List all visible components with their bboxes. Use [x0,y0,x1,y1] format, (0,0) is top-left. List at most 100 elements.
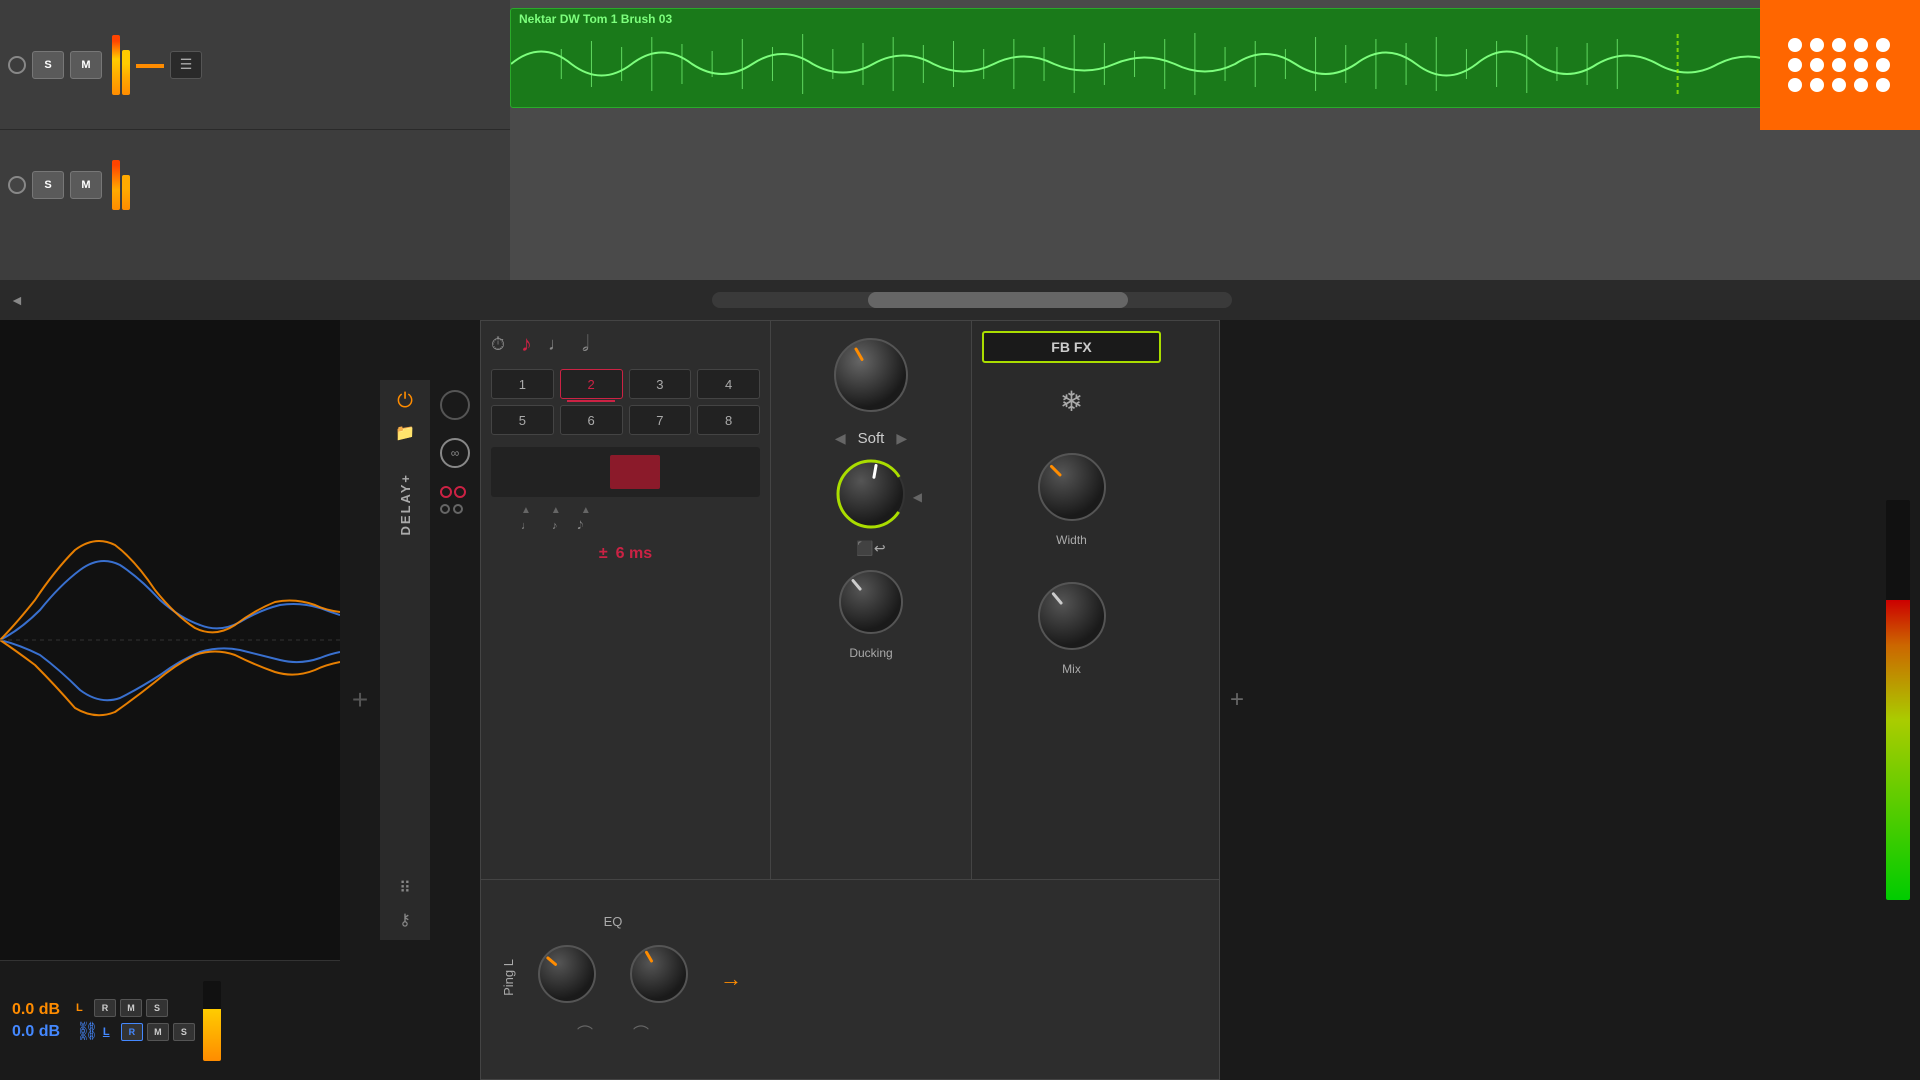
delay-side-icons: ∞ [430,380,480,1080]
soft-arrow-left[interactable]: ◀ [835,430,846,447]
eq-knob-2[interactable] [628,943,690,1010]
r-btn-1[interactable]: R [94,999,116,1017]
ducking-arrow: → [720,966,742,992]
num-btn-2[interactable]: 2 [560,369,623,399]
solo-btn-2[interactable]: S [32,171,64,199]
scroll-left-arrow[interactable]: ◄ [10,292,24,308]
scrollbar-thumb[interactable] [868,292,1128,308]
track-controls: S M ☰ S M [0,0,510,280]
num-btn-6[interactable]: 6 [560,405,623,435]
eq-curve-icons: ⌒ ⌒ [577,1020,649,1044]
ducking-knob[interactable] [836,567,906,642]
width-knob[interactable] [1035,450,1109,529]
lr-controls: L R M S ⛓ L R M S [76,999,195,1042]
eq-label: EQ [604,914,623,929]
l-label-orange: L [76,1002,90,1014]
waveform-canvas [0,320,340,960]
step-icon-1[interactable]: ♩ [521,520,532,533]
icons-row: ⏱ ♪ ♩ 𝅗𝅥 [491,331,760,357]
side-icon-link[interactable]: ∞ [440,438,470,468]
clock-icon[interactable]: ⏱ [491,334,505,355]
num-btn-3[interactable]: 3 [629,369,692,399]
num-btn-8[interactable]: 8 [697,405,760,435]
ms-symbol: ± [599,545,608,563]
eq-curve-1: ⌒ [577,1020,593,1044]
track-timeline-2 [510,138,1920,248]
add-plugin-left[interactable]: + [340,320,380,1080]
num-btn-5[interactable]: 5 [491,405,554,435]
delay-dots-btn[interactable]: ⠿ [399,878,411,898]
note-red-icon[interactable]: ♪ [521,331,532,357]
track-power-2[interactable] [8,176,26,194]
width-knob-container: Width [982,450,1161,547]
soft-label: Soft [858,430,885,447]
orange-db-value: 0.0 dB [12,1001,60,1019]
link-icon[interactable]: ⛓ [76,1021,99,1042]
scrollbar-track[interactable] [712,292,1232,308]
mute-btn-1[interactable]: M [70,51,102,79]
mix-knob-container: Mix [982,579,1161,676]
r-btn-2[interactable]: R [121,1023,143,1041]
fb-fx-panel: FB FX ❄ [971,321,1171,879]
s-btn-2[interactable]: S [173,1023,195,1041]
s-btn-1[interactable]: S [146,999,168,1017]
two-circles-bottom[interactable] [440,504,470,514]
feedback-knob-container: ◀ ⬛↩ [834,457,908,557]
step-arrow-2[interactable]: ▲ [551,505,561,516]
freeze-container: ❄ [982,385,1161,418]
add-plugin-right[interactable]: + [1220,320,1254,1080]
track-power-1[interactable] [8,56,26,74]
bottom-plugin-area: 0.0 dB 0.0 dB L R M S ⛓ L R M S [0,320,1920,1080]
ms-value: 6 ms [616,545,652,563]
ping-label: Ping L [501,959,516,1001]
orange-bar-1 [136,64,164,68]
eq-curve-2: ⌒ [633,1020,649,1044]
mix-knob[interactable] [1035,579,1109,658]
two-circles-top[interactable] [440,486,470,498]
ducking-knob-container: Ducking [836,567,906,660]
step-icon-3[interactable]: 𝅘𝅥𝅮 [578,520,584,533]
num-btn-4[interactable]: 4 [697,369,760,399]
num-btn-1[interactable]: 1 [491,369,554,399]
delay-folder-btn[interactable]: 📁 [395,423,415,443]
side-icon-1[interactable] [440,390,470,420]
right-meter-fill [1886,600,1910,900]
fb-fx-header: FB FX [982,331,1161,363]
audio-clip-1[interactable]: Nektar DW Tom 1 Brush 03 [510,8,1920,108]
mute-btn-2[interactable]: M [70,171,102,199]
mix-label: Mix [1062,662,1081,676]
note-gray-icon[interactable]: ♩ [548,334,566,355]
freeze-icon[interactable]: ❄ [1060,385,1083,418]
side-icon-group [440,486,470,514]
circle-sm2-2 [453,504,463,514]
delay-strip: ⏻ 📁 DELAY+ ⠿ ⚷ [380,380,430,940]
l-label-blue: L [103,1026,117,1038]
step-arrow-3[interactable]: ▲ [581,505,591,516]
delay-key-btn[interactable]: ⚷ [399,910,411,930]
waveform-area-1 [511,29,1919,99]
lr-row-1: L R M S [76,999,195,1017]
eq-knob-1[interactable] [536,943,598,1010]
waveform-display: 0.0 dB 0.0 dB L R M S ⛓ L R M S [0,320,340,1080]
solo-btn-1[interactable]: S [32,51,64,79]
feedback-icon: ⬛↩ [856,540,885,557]
step-arrow-1[interactable]: ▲ [521,505,531,516]
circle-sm2-1 [440,504,450,514]
ms-display: ± 6 ms [491,545,760,563]
m-btn-2[interactable]: M [147,1023,169,1041]
note-gray2-icon[interactable]: 𝅗𝅥 [582,331,589,357]
m-btn-1[interactable]: M [120,999,142,1017]
step-sequencer[interactable] [491,447,760,497]
num-btn-7[interactable]: 7 [629,405,692,435]
main-knob[interactable] [831,335,911,420]
step-icon-2[interactable]: ♪ [552,520,558,533]
scrollbar-container [34,292,1910,308]
track-menu-1[interactable]: ☰ [170,51,202,79]
delay-power-btn[interactable]: ⏻ [397,390,413,413]
soft-arrow-right[interactable]: ▶ [896,430,907,447]
scroll-area: ◄ [0,280,1920,320]
plugin-top-row: ⏱ ♪ ♩ 𝅗𝅥 1 2 3 4 5 6 7 8 [481,321,1219,879]
feedback-knob[interactable]: ◀ [834,457,908,536]
main-knob-container [831,335,911,420]
daw-top-area: S M ☰ S M Nektar DW Tom 1 Brus [0,0,1920,280]
